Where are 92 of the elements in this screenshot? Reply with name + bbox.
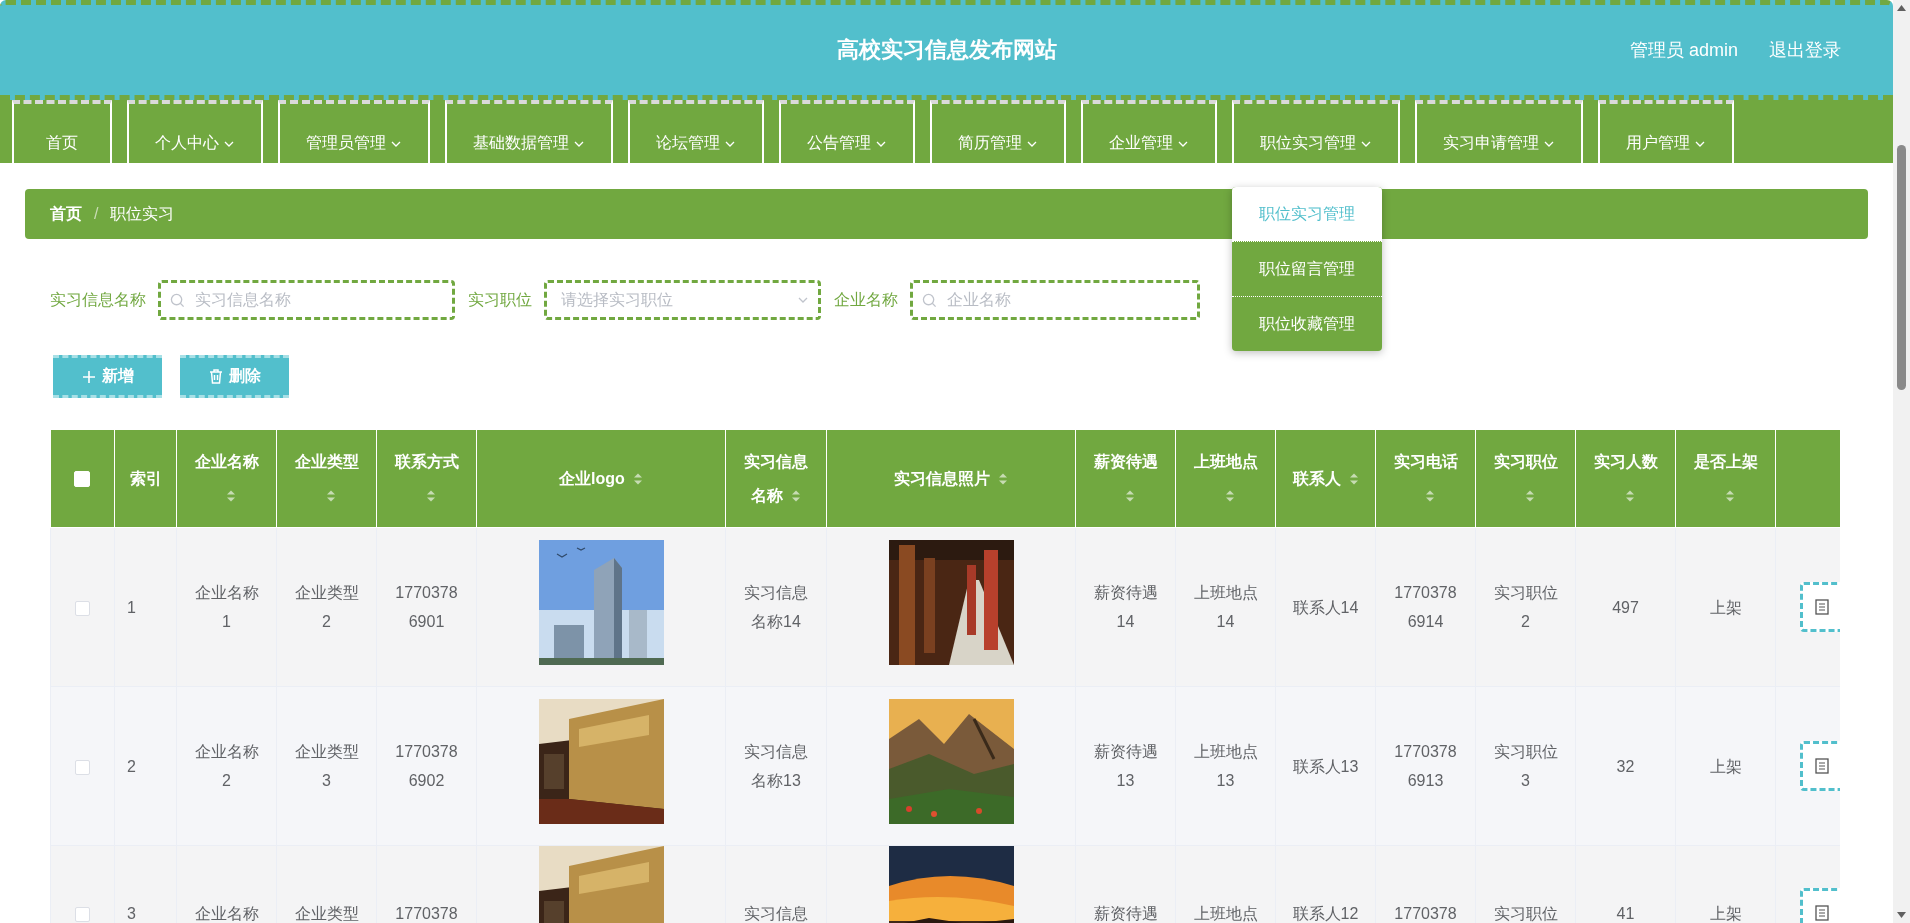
sort-icon: [998, 472, 1008, 487]
scrollbar-thumb[interactable]: [1897, 145, 1906, 390]
logout-link[interactable]: 退出登录: [1769, 38, 1841, 62]
sort-icon: [1124, 489, 1135, 504]
sort-icon: [1224, 489, 1235, 504]
column-header[interactable]: 实习人数: [1575, 430, 1676, 528]
column-header[interactable]: 联系方式: [376, 430, 477, 528]
trash-icon: [208, 369, 223, 384]
nav-item[interactable]: 管理员管理: [278, 100, 430, 163]
nav-item[interactable]: 实习申请管理: [1415, 100, 1583, 163]
column-header[interactable]: 实习信息名称: [725, 430, 827, 528]
column-header[interactable]: 上班地点: [1175, 430, 1276, 528]
table-cell: 薪资待遇14: [1075, 527, 1176, 687]
table-cell: 实习职位3: [1475, 686, 1576, 846]
breadcrumb-separator: /: [94, 205, 99, 223]
search-icon: [170, 293, 185, 308]
breadcrumb-current: 职位实习: [110, 203, 175, 224]
site-title: 高校实习信息发布网站: [836, 36, 1057, 64]
checkbox[interactable]: [75, 906, 90, 922]
table-cell: 薪资待遇13: [1075, 686, 1176, 846]
table-cell: 2: [114, 686, 177, 846]
user-label: 管理员 admin: [1629, 39, 1738, 62]
nav-item[interactable]: 职位实习管理: [1232, 100, 1400, 163]
table-cell: 企业名称1: [176, 527, 277, 687]
nav-item[interactable]: 公告管理: [779, 100, 915, 163]
sort-icon: [325, 489, 336, 504]
table-cell: 实习职位2: [1475, 527, 1576, 687]
table-cell: 上班地点13: [1175, 686, 1276, 846]
delete-button[interactable]: 删除: [180, 355, 289, 398]
column-header[interactable]: 是否上架: [1675, 430, 1776, 528]
up-arrow-icon: [1897, 5, 1906, 11]
table-cell: 1: [114, 527, 177, 687]
nav-item[interactable]: 简历管理: [930, 100, 1066, 163]
down-arrow-icon: [1897, 912, 1906, 918]
table-cell: 497: [1575, 527, 1676, 687]
nav-item[interactable]: 论坛管理: [628, 100, 764, 163]
table-cell: 上架: [1675, 686, 1776, 846]
column-header[interactable]: 薪资待遇: [1075, 430, 1176, 528]
breadcrumb-link[interactable]: 首页: [50, 203, 82, 225]
field-label: 实习职位: [468, 289, 532, 310]
document-icon: [1815, 758, 1829, 774]
column-header: 索引: [114, 430, 177, 528]
table-cell: 32: [1575, 686, 1676, 846]
table-cell: 企业类型2: [276, 527, 377, 687]
nav-item[interactable]: 基础数据管理: [445, 100, 613, 163]
table-cell: 实习信息名称14: [725, 527, 827, 687]
sort-icon: [1524, 489, 1535, 504]
document-icon: [1815, 905, 1829, 921]
sort-icon: [1348, 472, 1359, 487]
search-icon: [922, 293, 937, 308]
menu-item[interactable]: 职位收藏管理: [1232, 296, 1382, 351]
table-cell: 17703786901: [376, 527, 477, 687]
column-header[interactable]: 企业类型: [276, 430, 377, 528]
nav-item[interactable]: 首页: [12, 100, 112, 163]
table-cell: 上班地点14: [1175, 527, 1276, 687]
search-field[interactable]: 企业名称: [910, 280, 1200, 320]
sort-icon: [791, 489, 801, 504]
column-header[interactable]: 实习信息照片: [826, 430, 1076, 528]
nav-item[interactable]: 用户管理: [1598, 100, 1734, 163]
table-cell: 联系人13: [1275, 686, 1376, 846]
column-header[interactable]: 联系人: [1275, 430, 1376, 528]
table-cell: 上架: [1675, 527, 1776, 687]
sort-icon: [1724, 489, 1735, 504]
column-header[interactable]: 企业名称: [176, 430, 277, 528]
table-cell: 联系人14: [1275, 527, 1376, 687]
table-cell: 企业名称2: [176, 686, 277, 846]
field-label: 实习信息名称: [50, 289, 146, 310]
search-field[interactable]: 实习信息名称: [158, 280, 455, 320]
sort-icon: [632, 472, 643, 487]
plus-icon: [81, 369, 96, 384]
nav-item[interactable]: 企业管理: [1081, 100, 1217, 163]
menu-item[interactable]: 职位实习管理: [1232, 187, 1382, 241]
sort-icon: [425, 489, 436, 504]
table-cell: 17703786914: [1375, 527, 1476, 687]
column-header[interactable]: 实习职位: [1475, 430, 1576, 528]
sort-icon: [1624, 489, 1635, 504]
add-button[interactable]: 新增: [53, 355, 162, 398]
menu-item[interactable]: 职位留言管理: [1232, 241, 1382, 296]
table-cell: 实习信息名称13: [725, 686, 827, 846]
sort-icon: [225, 489, 236, 504]
nav-item[interactable]: 个人中心: [127, 100, 263, 163]
checkbox[interactable]: [75, 759, 90, 775]
sort-icon: [1424, 489, 1435, 504]
column-header[interactable]: 企业logo: [476, 430, 726, 528]
table-cell: 17703786902: [376, 686, 477, 846]
table-cell: 企业类型3: [276, 686, 377, 846]
document-icon: [1815, 599, 1829, 615]
field-label: 企业名称: [834, 289, 898, 310]
table-cell: 17703786913: [1375, 686, 1476, 846]
select-field[interactable]: 请选择实习职位: [544, 280, 821, 320]
column-header[interactable]: 实习电话: [1375, 430, 1476, 528]
checkbox[interactable]: [75, 600, 90, 616]
